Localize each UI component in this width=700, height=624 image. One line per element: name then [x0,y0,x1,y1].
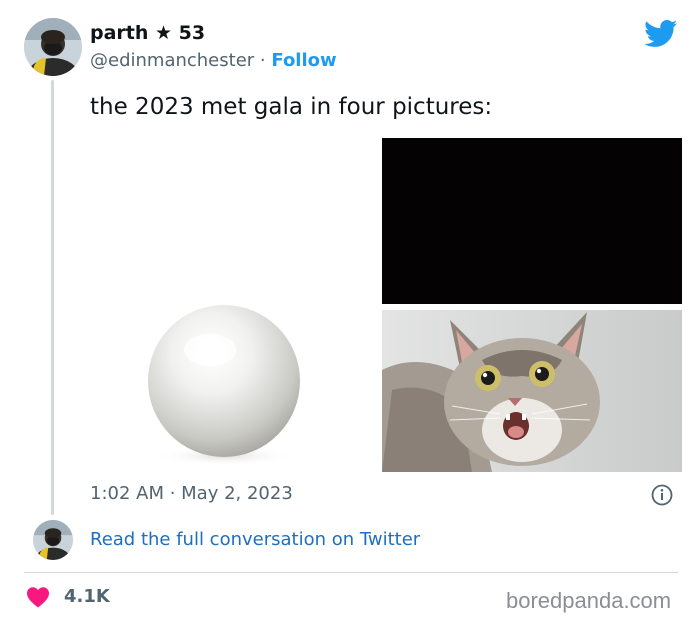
person-avatar-icon [24,18,82,76]
person-avatar-icon [33,520,73,560]
name-badge: ★ 53 [155,22,206,44]
follow-button[interactable]: Follow [271,50,336,71]
twitter-bird-icon[interactable] [644,20,678,48]
tweet-text: the 2023 met gala in four pictures: [90,94,493,120]
pearl-image-icon [148,305,300,466]
media-pearl[interactable] [92,138,377,472]
cat-image-icon [382,310,682,472]
heart-icon[interactable] [26,586,50,608]
tweet-timestamp[interactable]: 1:02 AM · May 2, 2023 [90,483,293,504]
media-cat[interactable] [382,310,682,472]
divider [24,572,678,573]
avatar[interactable] [24,18,82,76]
separator: · [259,50,266,71]
watermark: boredpanda.com [506,588,672,613]
media-black[interactable] [382,138,682,304]
display-name[interactable]: parth ★ 53 [90,22,205,44]
handle-row: @edinmanchester · Follow [90,50,337,71]
reply-avatar[interactable] [33,520,73,560]
display-name-text: parth [90,22,149,44]
thread-line [51,80,54,515]
info-icon[interactable] [651,484,673,506]
user-handle[interactable]: @edinmanchester [90,50,254,71]
black-image-icon [382,138,682,304]
read-full-conversation-link[interactable]: Read the full conversation on Twitter [90,529,420,550]
likes-count[interactable]: 4.1K [64,586,110,607]
